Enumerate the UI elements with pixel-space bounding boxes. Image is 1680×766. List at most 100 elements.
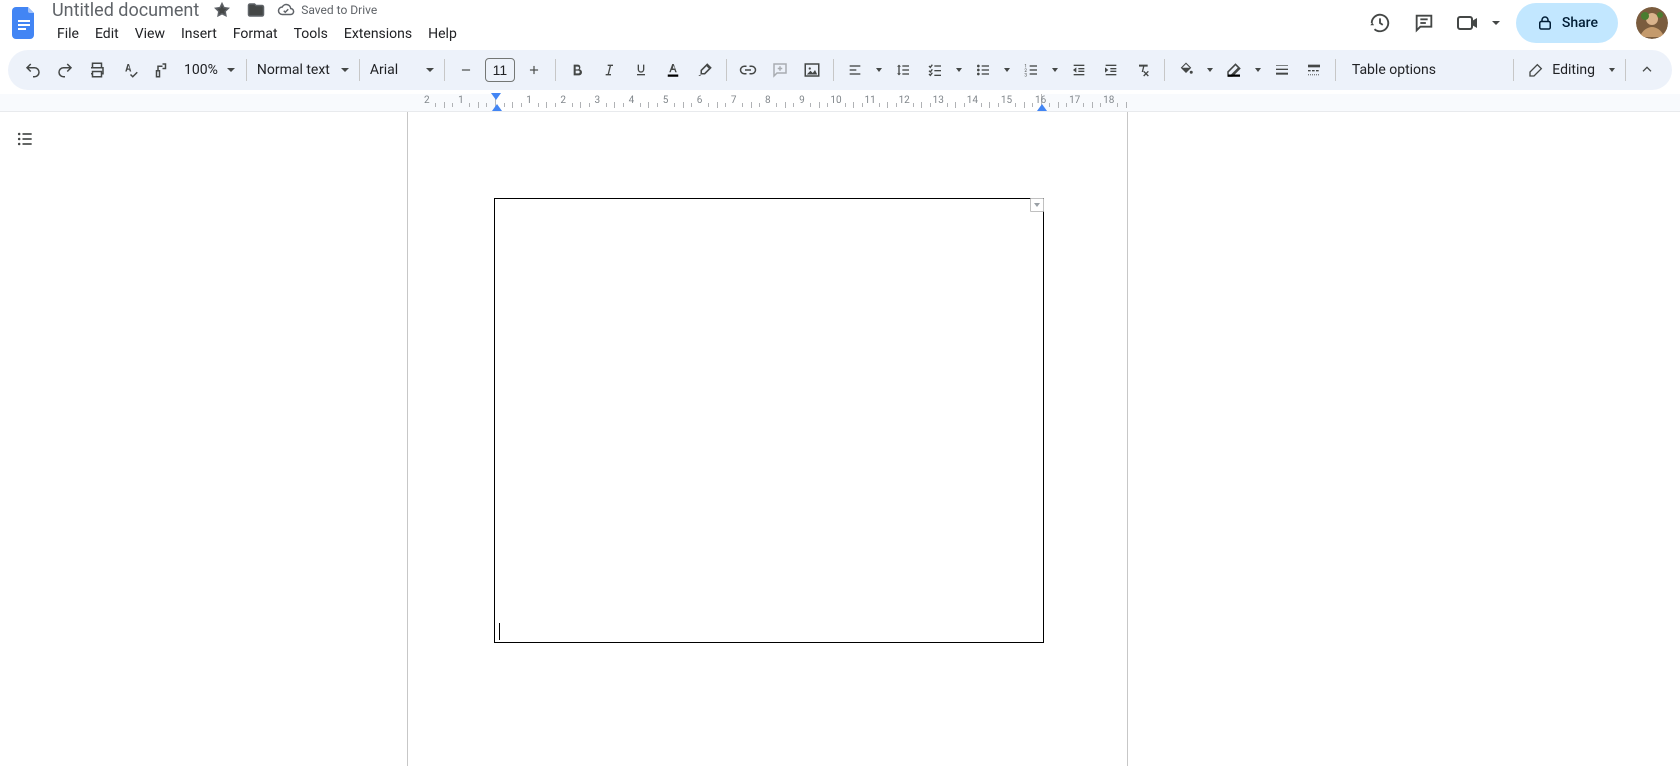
separator <box>1625 59 1626 81</box>
ruler-tick <box>674 103 675 107</box>
ruler-tick <box>1092 102 1093 108</box>
left-indent-icon[interactable] <box>492 101 502 111</box>
highlight-color-button[interactable] <box>690 55 720 85</box>
ruler-tick <box>930 103 931 107</box>
ruler-tick <box>469 103 470 107</box>
menu-file[interactable]: File <box>50 24 86 44</box>
paint-format-button[interactable] <box>146 55 176 85</box>
ruler-label: 2 <box>560 95 566 106</box>
separator <box>833 59 834 81</box>
mode-caret-icon[interactable] <box>1605 68 1619 72</box>
ruler-label: 11 <box>864 95 875 106</box>
menu-view[interactable]: View <box>128 24 172 44</box>
numbered-caret-icon[interactable] <box>1048 68 1062 72</box>
spellcheck-button[interactable] <box>114 55 144 85</box>
outline-toggle-button[interactable] <box>10 124 40 154</box>
fill-color-button[interactable] <box>1171 55 1201 85</box>
toolbar: 100% Normal text Arial <box>8 50 1672 90</box>
meet-caret-icon[interactable] <box>1490 3 1502 43</box>
ruler-tick <box>1024 102 1025 108</box>
clear-formatting-button[interactable] <box>1128 55 1158 85</box>
star-icon[interactable] <box>209 0 235 23</box>
ruler-tick <box>444 102 445 108</box>
save-status-text: Saved to Drive <box>301 3 377 17</box>
page[interactable] <box>407 112 1128 766</box>
menu-insert[interactable]: Insert <box>174 24 224 44</box>
ruler-tick <box>1126 102 1127 108</box>
checklist-button[interactable] <box>920 55 950 85</box>
checklist-caret-icon[interactable] <box>952 68 966 72</box>
menu-edit[interactable]: Edit <box>88 24 126 44</box>
table-handle-icon[interactable] <box>1030 198 1044 212</box>
move-icon[interactable] <box>243 0 269 23</box>
print-button[interactable] <box>82 55 112 85</box>
ruler-tick <box>504 103 505 107</box>
ruler-tick <box>538 103 539 107</box>
first-line-indent-icon[interactable] <box>491 93 501 101</box>
border-width-button[interactable] <box>1267 55 1297 85</box>
font-size-decrease-button[interactable] <box>451 55 481 85</box>
ruler-tick <box>640 103 641 107</box>
share-button[interactable]: Share <box>1516 3 1618 43</box>
underline-button[interactable] <box>626 55 656 85</box>
zoom-value: 100% <box>184 62 218 78</box>
save-status[interactable]: Saved to Drive <box>277 1 377 19</box>
doc-title[interactable]: Untitled document <box>50 0 201 21</box>
ruler-label: 18 <box>1103 95 1114 106</box>
indent-decrease-button[interactable] <box>1064 55 1094 85</box>
ruler-tick <box>725 103 726 107</box>
font-size-input[interactable] <box>485 58 515 82</box>
redo-button[interactable] <box>50 55 80 85</box>
docs-logo[interactable] <box>12 6 38 40</box>
menu-help[interactable]: Help <box>421 24 464 44</box>
meet-icon[interactable] <box>1448 3 1488 43</box>
ruler-tick <box>606 103 607 107</box>
table-options-button[interactable]: Table options <box>1342 62 1446 78</box>
insert-link-button[interactable] <box>733 55 763 85</box>
ruler-tick <box>1049 103 1050 107</box>
bulleted-list-button[interactable] <box>968 55 998 85</box>
fill-caret-icon[interactable] <box>1203 68 1217 72</box>
ruler-tick <box>759 103 760 107</box>
font-select[interactable]: Arial <box>366 62 438 78</box>
menu-extensions[interactable]: Extensions <box>337 24 419 44</box>
collapse-toolbar-button[interactable] <box>1632 55 1662 85</box>
menu-format[interactable]: Format <box>226 24 285 44</box>
align-button[interactable] <box>840 55 870 85</box>
editing-mode-select[interactable]: Editing <box>1520 62 1603 78</box>
separator <box>726 59 727 81</box>
numbered-list-button[interactable]: 123 <box>1016 55 1046 85</box>
align-caret-icon[interactable] <box>872 68 886 72</box>
paragraph-style-select[interactable]: Normal text <box>253 62 353 78</box>
italic-button[interactable] <box>594 55 624 85</box>
border-color-button[interactable] <box>1219 55 1249 85</box>
insert-image-button[interactable] <box>797 55 827 85</box>
text-color-button[interactable] <box>658 55 688 85</box>
font-size-increase-button[interactable] <box>519 55 549 85</box>
menubar: File Edit View Insert Format Tools Exten… <box>50 22 464 46</box>
indent-increase-button[interactable] <box>1096 55 1126 85</box>
history-icon[interactable] <box>1360 3 1400 43</box>
separator <box>444 59 445 81</box>
table-cell[interactable] <box>494 198 1044 643</box>
menu-tools[interactable]: Tools <box>287 24 335 44</box>
outline-panel <box>0 112 50 766</box>
bold-button[interactable] <box>562 55 592 85</box>
ruler-tick <box>580 102 581 108</box>
line-spacing-button[interactable] <box>888 55 918 85</box>
ruler-tick <box>947 103 948 107</box>
ruler[interactable]: 21123456789101112131415161718 <box>0 94 1680 112</box>
ruler-label: 1 <box>458 95 464 106</box>
ruler-tick <box>452 103 453 107</box>
zoom-select[interactable]: 100% <box>178 62 240 78</box>
border-color-caret-icon[interactable] <box>1251 68 1265 72</box>
document-area[interactable] <box>50 112 1680 766</box>
border-dash-button[interactable] <box>1299 55 1329 85</box>
text-cursor <box>499 623 500 640</box>
avatar[interactable] <box>1636 7 1668 39</box>
add-comment-button[interactable] <box>765 55 795 85</box>
bulleted-caret-icon[interactable] <box>1000 68 1014 72</box>
comments-icon[interactable] <box>1404 3 1444 43</box>
ruler-label: 8 <box>765 95 771 106</box>
undo-button[interactable] <box>18 55 48 85</box>
